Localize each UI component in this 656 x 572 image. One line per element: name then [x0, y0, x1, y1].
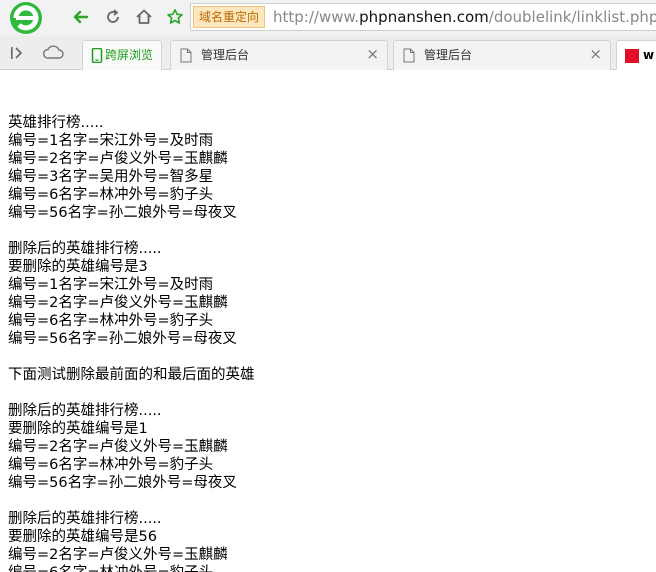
sidebar-toggle-icon[interactable]: [8, 44, 28, 62]
home-icon: [136, 9, 152, 24]
favorite-button[interactable]: [164, 6, 186, 28]
domain-redirect-badge[interactable]: 域名重定向: [193, 6, 266, 28]
tab-admin-1[interactable]: 管理后台 ×: [170, 40, 388, 70]
output-line: 编号=56名字=孙二娘外号=母夜叉: [8, 205, 237, 221]
output-line: 编号=6名字=林冲外号=豹子头: [8, 564, 648, 572]
home-button[interactable]: [133, 6, 155, 28]
page-icon: [180, 48, 192, 63]
tab-label: 管理后台: [424, 48, 473, 62]
output-line: 编号=1名字=宋江外号=及时雨: [8, 277, 214, 293]
page-icon: [403, 48, 415, 63]
tab-active[interactable]: w: [616, 40, 656, 70]
back-button[interactable]: [70, 6, 92, 28]
tab-label: 管理后台: [201, 48, 250, 62]
output-line: 要删除的英雄编号是3: [8, 259, 148, 275]
star-icon: [167, 9, 183, 24]
browser-toolbar: 域名重定向 http://www.phpnanshen.com/doubleli…: [0, 0, 656, 36]
page-output: 英雄排行榜..... 编号=1名字=宋江外号=及时雨 编号=2名字=卢俊义外号=玉麒…: [8, 96, 648, 572]
output-line: 删除后的英雄排行榜.....: [8, 403, 162, 419]
url-path: /doublelink/linklist.php: [488, 8, 656, 26]
url-text[interactable]: http://www.phpnanshen.com/doublelink/lin…: [273, 7, 656, 27]
output-line: 下面测试删除最前面的和最后面的英雄: [8, 367, 255, 383]
arrow-left-icon: [73, 10, 89, 24]
output-line: 编号=1名字=宋江外号=及时雨: [8, 133, 214, 149]
url-host: phpnanshen.com: [359, 8, 489, 26]
tab-cross-screen[interactable]: 跨屏浏览: [82, 40, 162, 70]
output-line: 编号=56名字=孙二娘外号=母夜叉: [8, 475, 237, 491]
output-line: 编号=3名字=吴用外号=智多星: [8, 169, 214, 185]
output-line: 要删除的英雄编号是56: [8, 529, 157, 545]
output-line: 编号=6名字=林冲外号=豹子头: [8, 187, 214, 203]
output-line: 编号=6名字=林冲外号=豹子头: [8, 313, 214, 329]
red-square-icon: [625, 49, 639, 63]
address-bar[interactable]: 域名重定向 http://www.phpnanshen.com/doubleli…: [190, 3, 656, 31]
output-line: 编号=2名字=卢俊义外号=玉麒麟: [8, 295, 228, 311]
reload-icon: [107, 9, 119, 23]
browser-logo-icon[interactable]: [6, 1, 58, 35]
reload-button[interactable]: [102, 6, 124, 28]
tab-strip: 跨屏浏览 管理后台 × 管理后台 × w: [0, 36, 656, 70]
cloud-icon[interactable]: [40, 44, 66, 62]
close-icon[interactable]: ×: [589, 46, 602, 62]
tab-label: w: [643, 48, 655, 62]
close-icon[interactable]: ×: [366, 46, 379, 62]
tab-label: 跨屏浏览: [105, 48, 154, 62]
output-line: 编号=2名字=卢俊义外号=玉麒麟: [8, 151, 228, 167]
output-line: 要删除的英雄编号是1: [8, 421, 148, 437]
output-line: 编号=2名字=卢俊义外号=玉麒麟: [8, 439, 228, 455]
phone-icon: [91, 48, 103, 63]
tab-admin-2[interactable]: 管理后台 ×: [393, 40, 611, 70]
output-line: 编号=56名字=孙二娘外号=母夜叉: [8, 331, 237, 347]
output-line: 英雄排行榜.....: [8, 115, 104, 131]
output-line: 编号=6名字=林冲外号=豹子头: [8, 457, 214, 473]
url-prefix: http://www.: [273, 8, 360, 26]
output-line: 编号=2名字=卢俊义外号=玉麒麟: [8, 547, 228, 563]
output-line: 删除后的英雄排行榜.....: [8, 511, 162, 527]
output-line: 删除后的英雄排行榜.....: [8, 241, 162, 257]
